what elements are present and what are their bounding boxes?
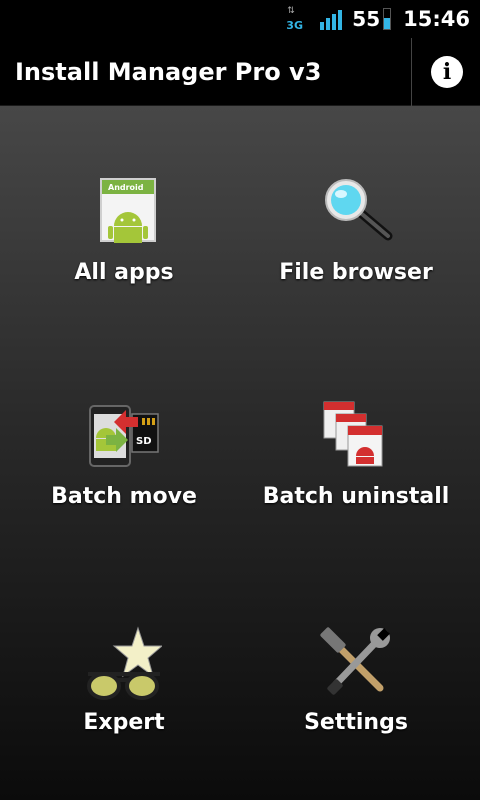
battery-level: 55 (352, 7, 381, 31)
android-label: Android (108, 183, 144, 192)
magnifier-icon (318, 176, 394, 252)
network-icon: ⇅ 3G (286, 6, 303, 32)
expert-button[interactable]: Expert (4, 626, 244, 800)
clock: 15:46 (403, 7, 470, 31)
settings-button[interactable]: Settings (236, 626, 476, 800)
title-divider (411, 38, 412, 106)
status-bar: ⇅ 3G 55 15:46 (0, 0, 480, 38)
batch-uninstall-button[interactable]: Batch uninstall (236, 400, 476, 580)
title-bar: Install Manager Pro v3 i (0, 38, 480, 106)
android-app-icon: Android (86, 176, 162, 252)
batch-move-label: Batch move (51, 484, 197, 509)
star-sunglasses-icon (86, 626, 164, 702)
expert-label: Expert (83, 710, 165, 735)
batch-move-button[interactable]: SD Batch move (4, 400, 244, 580)
stacked-apps-delete-icon (318, 400, 394, 476)
signal-icon (320, 8, 344, 30)
file-browser-label: File browser (279, 260, 433, 285)
file-browser-button[interactable]: File browser (236, 176, 476, 356)
batch-uninstall-label: Batch uninstall (262, 484, 450, 509)
settings-label: Settings (304, 710, 408, 735)
battery-icon (383, 8, 392, 30)
all-apps-button[interactable]: Android All apps (4, 176, 244, 356)
svg-text:SD: SD (136, 436, 152, 447)
info-icon: i (442, 59, 452, 85)
app-title: Install Manager Pro v3 (15, 58, 322, 86)
tools-icon (318, 626, 394, 702)
info-button[interactable]: i (431, 56, 463, 88)
all-apps-label: All apps (74, 260, 174, 285)
phone-to-sd-icon: SD (86, 400, 162, 476)
menu-grid: Android All apps File browser SD Batch m… (0, 106, 480, 800)
